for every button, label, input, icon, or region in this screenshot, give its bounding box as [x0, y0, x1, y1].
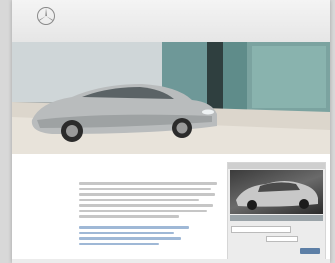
star-logo-icon: [37, 7, 55, 25]
zip-input[interactable]: [266, 236, 298, 242]
hero-image: [12, 42, 330, 154]
related-link-4[interactable]: [79, 242, 159, 245]
hero-banner[interactable]: [12, 42, 330, 154]
go-button[interactable]: [300, 248, 320, 254]
site-header: [12, 0, 330, 43]
panel-car-image[interactable]: [230, 170, 323, 214]
related-link-1[interactable]: [79, 226, 189, 229]
brand-logo[interactable]: [26, 6, 66, 38]
panel-caption: [230, 215, 323, 221]
car-thumbnail-image: [236, 181, 318, 210]
panel-header: [228, 163, 325, 169]
model-select[interactable]: [231, 226, 291, 233]
main-content: [12, 154, 330, 263]
related-links: [79, 226, 199, 248]
footer-bar: [12, 259, 330, 263]
related-link-3[interactable]: [79, 237, 181, 240]
welcome-body-text: [79, 182, 219, 221]
related-link-2[interactable]: [79, 231, 174, 234]
model-finder-panel: [227, 162, 326, 260]
page-frame: [12, 0, 330, 263]
